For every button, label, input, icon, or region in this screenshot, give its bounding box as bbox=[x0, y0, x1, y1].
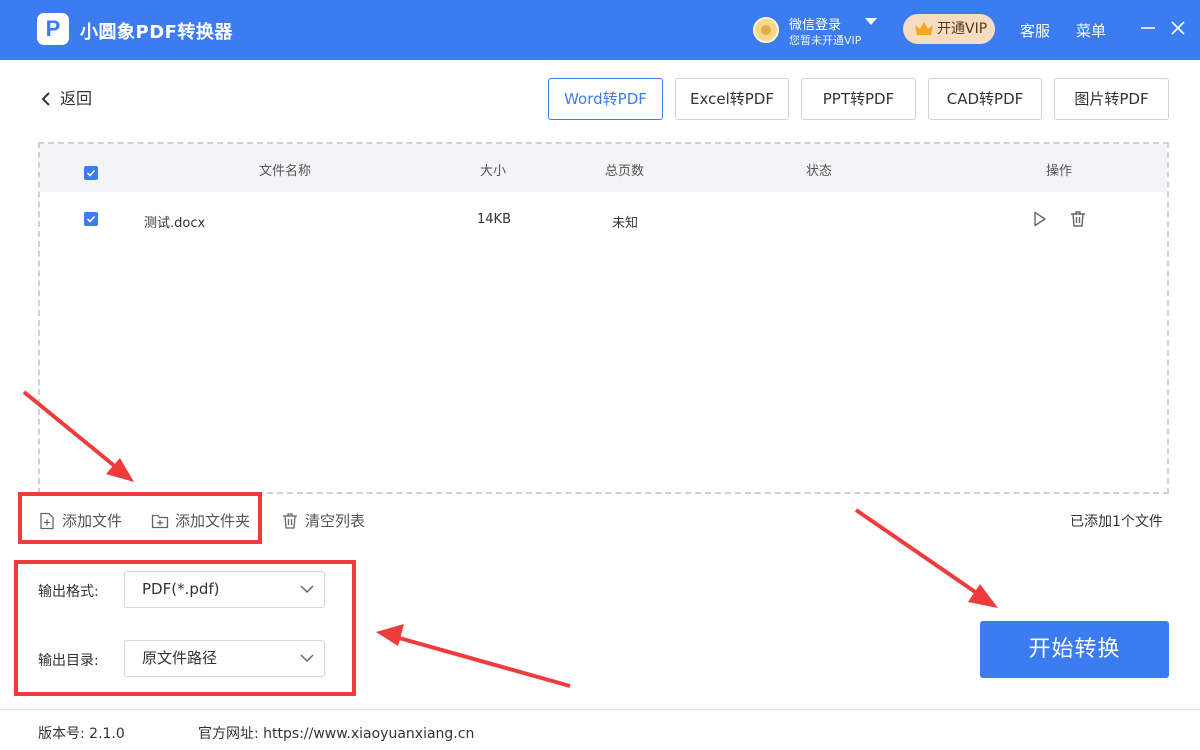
check-icon bbox=[86, 215, 96, 223]
tab-ppt-to-pdf[interactable]: PPT转PDF bbox=[801, 78, 916, 120]
start-convert-button[interactable]: 开始转换 bbox=[980, 621, 1169, 678]
minimize-icon[interactable] bbox=[1138, 18, 1158, 38]
customer-service-link[interactable]: 客服 bbox=[1020, 20, 1050, 41]
tab-cad-to-pdf[interactable]: CAD转PDF bbox=[928, 78, 1042, 120]
caret-down-icon[interactable] bbox=[864, 14, 878, 28]
add-file-label: 添加文件 bbox=[62, 512, 123, 530]
clear-list-button[interactable]: 清空列表 bbox=[281, 510, 365, 532]
footer-divider bbox=[0, 709, 1200, 710]
add-file-icon bbox=[40, 512, 54, 530]
add-folder-button[interactable]: 添加文件夹 bbox=[151, 510, 250, 532]
add-folder-label: 添加文件夹 bbox=[175, 512, 251, 530]
vip-status-text: 您暂未开通VIP bbox=[789, 34, 862, 47]
output-format-select[interactable]: PDF(*.pdf) bbox=[124, 571, 325, 608]
clear-list-label: 清空列表 bbox=[305, 512, 366, 530]
annotation-arrow bbox=[854, 508, 998, 608]
chevron-left-icon bbox=[41, 92, 50, 106]
file-pages: 未知 bbox=[612, 216, 639, 231]
website-link[interactable]: 官方网址: https://www.xiaoyuanxiang.cn bbox=[198, 723, 474, 743]
open-vip-label: 开通VIP bbox=[937, 21, 988, 37]
add-file-button[interactable]: 添加文件 bbox=[38, 510, 122, 532]
output-format-label: 输出格式: bbox=[38, 584, 99, 600]
play-icon[interactable] bbox=[1030, 209, 1050, 229]
column-header-size: 大小 bbox=[480, 164, 507, 179]
version-text: 版本号: 2.1.0 bbox=[38, 726, 125, 742]
back-button[interactable]: 返回 bbox=[40, 88, 92, 110]
delete-icon[interactable] bbox=[1068, 209, 1088, 229]
column-header-actions: 操作 bbox=[1046, 164, 1073, 179]
back-label: 返回 bbox=[60, 89, 93, 108]
output-format-value: PDF(*.pdf) bbox=[142, 580, 220, 598]
output-dir-select[interactable]: 原文件路径 bbox=[124, 640, 325, 677]
table-header: 文件名称 大小 总页数 状态 操作 bbox=[40, 144, 1167, 192]
file-count-text: 已添加1个文件 bbox=[1070, 514, 1163, 530]
trash-icon bbox=[283, 513, 297, 529]
menu-link[interactable]: 菜单 bbox=[1076, 20, 1106, 41]
column-header-status: 状态 bbox=[806, 164, 833, 179]
open-vip-button[interactable]: 开通VIP bbox=[903, 14, 995, 44]
app-title: 小圆象PDF转换器 bbox=[80, 22, 233, 43]
annotation-arrow bbox=[376, 624, 571, 688]
file-list-dropzone[interactable]: 文件名称 大小 总页数 状态 操作 测试.docx 14KB 未知 bbox=[38, 142, 1169, 494]
crown-icon bbox=[915, 22, 933, 35]
login-name[interactable]: 微信登录 bbox=[789, 14, 841, 33]
select-all-checkbox[interactable] bbox=[84, 166, 98, 180]
chevron-down-icon bbox=[300, 585, 314, 594]
tab-excel-to-pdf[interactable]: Excel转PDF bbox=[675, 78, 789, 120]
logo-letter: P bbox=[45, 16, 61, 41]
tab-word-to-pdf[interactable]: Word转PDF bbox=[548, 78, 663, 120]
tab-image-to-pdf[interactable]: 图片转PDF bbox=[1054, 78, 1169, 120]
table-row: 测试.docx 14KB 未知 bbox=[40, 200, 1167, 240]
chevron-down-icon bbox=[300, 654, 314, 663]
row-checkbox[interactable] bbox=[84, 212, 98, 226]
add-folder-icon bbox=[151, 514, 169, 529]
title-bar: P 小圆象PDF转换器 微信登录 您暂未开通VIP 开通VIP 客服 菜单 bbox=[0, 0, 1200, 60]
app-logo-icon: P bbox=[37, 13, 69, 45]
file-size: 14KB bbox=[477, 212, 511, 227]
avatar[interactable] bbox=[753, 17, 779, 43]
output-dir-value: 原文件路径 bbox=[142, 649, 218, 667]
check-icon bbox=[86, 169, 96, 177]
column-header-filename: 文件名称 bbox=[259, 164, 312, 179]
close-icon[interactable] bbox=[1168, 18, 1188, 38]
column-header-pages: 总页数 bbox=[605, 164, 645, 179]
file-name: 测试.docx bbox=[144, 216, 206, 231]
output-dir-label: 输出目录: bbox=[38, 653, 99, 669]
